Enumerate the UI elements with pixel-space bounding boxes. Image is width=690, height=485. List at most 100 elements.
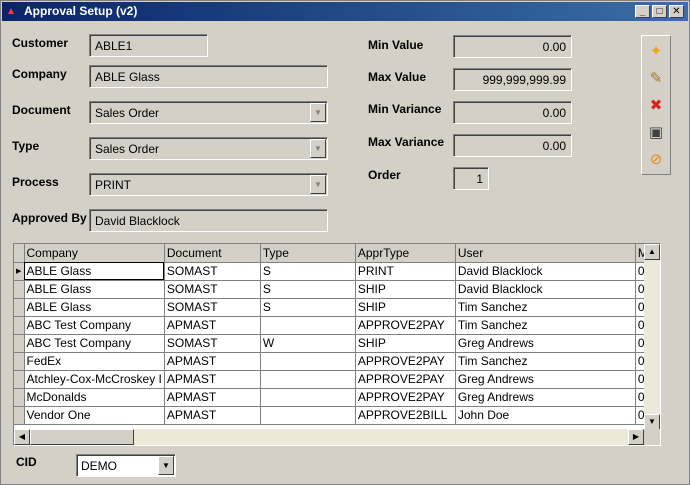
minimize-button[interactable]: _ bbox=[635, 5, 650, 18]
cell-type[interactable]: S bbox=[260, 280, 356, 299]
cell-type[interactable]: S bbox=[260, 262, 356, 281]
cell-type[interactable] bbox=[260, 352, 356, 371]
chevron-down-icon[interactable]: ▼ bbox=[310, 139, 326, 158]
table-row[interactable]: ▶ABLE GlassSOMASTSPRINTDavid Blacklock00 bbox=[14, 262, 655, 281]
process-combo[interactable]: PRINT ▼ bbox=[89, 173, 328, 196]
cell-document[interactable]: APMAST bbox=[164, 370, 261, 389]
cancel-icon[interactable]: ⊘ bbox=[644, 148, 668, 172]
row-indicator[interactable] bbox=[14, 370, 25, 389]
table-row[interactable]: McDonaldsAPMASTAPPROVE2PAYGreg Andrews00 bbox=[14, 388, 655, 407]
column-header-document[interactable]: Document bbox=[164, 244, 261, 263]
scroll-down-icon[interactable]: ▼ bbox=[644, 414, 660, 430]
scroll-up-icon[interactable]: ▲ bbox=[644, 244, 660, 260]
cell-document[interactable]: SOMAST bbox=[164, 262, 261, 281]
column-header-type[interactable]: Type bbox=[260, 244, 356, 263]
cell-company[interactable]: ABLE Glass bbox=[24, 298, 165, 317]
max-value-field[interactable]: 999,999,999.99 bbox=[453, 68, 572, 91]
cell-company[interactable]: ABLE Glass bbox=[24, 280, 165, 299]
title-bar[interactable]: ▲ Approval Setup (v2) _ □ ✕ bbox=[2, 2, 688, 21]
cid-combo[interactable]: DEMO ▼ bbox=[76, 454, 176, 477]
table-row[interactable]: ABLE GlassSOMASTSSHIPTim Sanchez00 bbox=[14, 298, 655, 317]
approved-by-field[interactable]: David Blacklock bbox=[89, 209, 328, 232]
column-header-company[interactable]: Company bbox=[24, 244, 165, 263]
cell-document[interactable]: SOMAST bbox=[164, 334, 261, 353]
cell-user[interactable]: Greg Andrews bbox=[455, 334, 636, 353]
cell-apprtype[interactable]: APPROVE2BILL bbox=[355, 406, 456, 425]
cell-user[interactable]: Tim Sanchez bbox=[455, 298, 636, 317]
cell-document[interactable]: APMAST bbox=[164, 406, 261, 425]
company-field[interactable]: ABLE Glass bbox=[89, 65, 328, 88]
cell-document[interactable]: APMAST bbox=[164, 352, 261, 371]
order-field[interactable]: 1 bbox=[453, 167, 489, 190]
cell-document[interactable]: SOMAST bbox=[164, 298, 261, 317]
new-record-icon[interactable]: ✦ bbox=[644, 40, 668, 64]
cell-document[interactable]: APMAST bbox=[164, 316, 261, 335]
table-row[interactable]: ABC Test CompanySOMASTWSHIPGreg Andrews0… bbox=[14, 334, 655, 353]
min-variance-field[interactable]: 0.00 bbox=[453, 101, 572, 124]
chevron-down-icon[interactable]: ▼ bbox=[310, 175, 326, 194]
document-combo[interactable]: Sales Order ▼ bbox=[89, 101, 328, 124]
cell-user[interactable]: John Doe bbox=[455, 406, 636, 425]
cell-type[interactable] bbox=[260, 388, 356, 407]
cell-company[interactable]: FedEx bbox=[24, 352, 165, 371]
cell-type[interactable] bbox=[260, 406, 356, 425]
row-indicator[interactable] bbox=[14, 388, 25, 407]
row-indicator[interactable] bbox=[14, 352, 25, 371]
horizontal-scrollbar[interactable]: ◀ ▶ bbox=[14, 429, 644, 445]
table-row[interactable]: ABLE GlassSOMASTSSHIPDavid Blacklock00 bbox=[14, 280, 655, 299]
row-indicator[interactable] bbox=[14, 280, 25, 299]
column-header-apprtype[interactable]: ApprType bbox=[355, 244, 456, 263]
cell-user[interactable]: Tim Sanchez bbox=[455, 316, 636, 335]
cell-type[interactable] bbox=[260, 370, 356, 389]
cell-company[interactable]: ABC Test Company bbox=[24, 316, 165, 335]
cell-apprtype[interactable]: APPROVE2PAY bbox=[355, 316, 456, 335]
maximize-button[interactable]: □ bbox=[652, 5, 667, 18]
scroll-left-icon[interactable]: ◀ bbox=[14, 429, 30, 445]
row-indicator[interactable] bbox=[14, 406, 25, 425]
customer-field[interactable]: ABLE1 bbox=[89, 34, 208, 57]
chevron-down-icon[interactable]: ▼ bbox=[310, 103, 326, 122]
cell-apprtype[interactable]: SHIP bbox=[355, 334, 456, 353]
cell-apprtype[interactable]: SHIP bbox=[355, 298, 456, 317]
cell-company[interactable]: Vendor One bbox=[24, 406, 165, 425]
scroll-right-icon[interactable]: ▶ bbox=[628, 429, 644, 445]
table-row[interactable]: ABC Test Company APMAST APPROVE2PAY Tim San… bbox=[14, 316, 655, 335]
min-value-field[interactable]: 0.00 bbox=[453, 35, 572, 58]
row-indicator[interactable] bbox=[14, 334, 25, 353]
cell-type[interactable] bbox=[260, 316, 356, 335]
cell-company[interactable]: ABLE Glass bbox=[24, 262, 165, 281]
cell-apprtype[interactable]: PRINT bbox=[355, 262, 456, 281]
save-icon[interactable]: ▣ bbox=[644, 121, 668, 145]
cell-company[interactable]: ABC Test Company bbox=[24, 334, 165, 353]
current-row-indicator-icon[interactable]: ▶ bbox=[14, 262, 25, 281]
vertical-scrollbar[interactable]: ▲ ▼ bbox=[644, 244, 660, 430]
cell-user[interactable]: Greg Andrews bbox=[455, 370, 636, 389]
cell-document[interactable]: APMAST bbox=[164, 388, 261, 407]
chevron-down-icon[interactable]: ▼ bbox=[158, 456, 174, 475]
column-header-user[interactable]: User bbox=[455, 244, 636, 263]
table-row[interactable]: Atchley-Cox-McCroskey I APMAST APPROVE2PAY… bbox=[14, 370, 655, 389]
cell-company[interactable]: Atchley-Cox-McCroskey I bbox=[24, 370, 165, 389]
cell-apprtype[interactable]: APPROVE2PAY bbox=[355, 388, 456, 407]
cell-user[interactable]: David Blacklock bbox=[455, 262, 636, 281]
horizontal-scroll-thumb[interactable] bbox=[30, 429, 134, 445]
delete-icon[interactable]: ✖ bbox=[644, 94, 668, 118]
approval-grid[interactable]: Company Document Type ApprType User Mi ▶… bbox=[13, 243, 661, 446]
cell-user[interactable]: Greg Andrews bbox=[455, 388, 636, 407]
cell-type[interactable]: S bbox=[260, 298, 356, 317]
max-variance-field[interactable]: 0.00 bbox=[453, 134, 572, 157]
type-combo[interactable]: Sales Order ▼ bbox=[89, 137, 328, 160]
row-indicator[interactable] bbox=[14, 298, 25, 317]
cell-document[interactable]: SOMAST bbox=[164, 280, 261, 299]
cell-company[interactable]: McDonalds bbox=[24, 388, 165, 407]
cell-type[interactable]: W bbox=[260, 334, 356, 353]
table-row[interactable]: FedExAPMASTAPPROVE2PAYTim Sanchez00 bbox=[14, 352, 655, 371]
cell-apprtype[interactable]: SHIP bbox=[355, 280, 456, 299]
close-button[interactable]: ✕ bbox=[669, 5, 684, 18]
cell-user[interactable]: Tim Sanchez bbox=[455, 352, 636, 371]
row-indicator[interactable] bbox=[14, 316, 25, 335]
cell-user[interactable]: David Blacklock bbox=[455, 280, 636, 299]
table-row[interactable]: Vendor OneAPMASTAPPROVE2BILLJohn Doe00 bbox=[14, 406, 655, 425]
cell-apprtype[interactable]: APPROVE2PAY bbox=[355, 352, 456, 371]
edit-record-icon[interactable]: ✎ bbox=[644, 67, 668, 91]
